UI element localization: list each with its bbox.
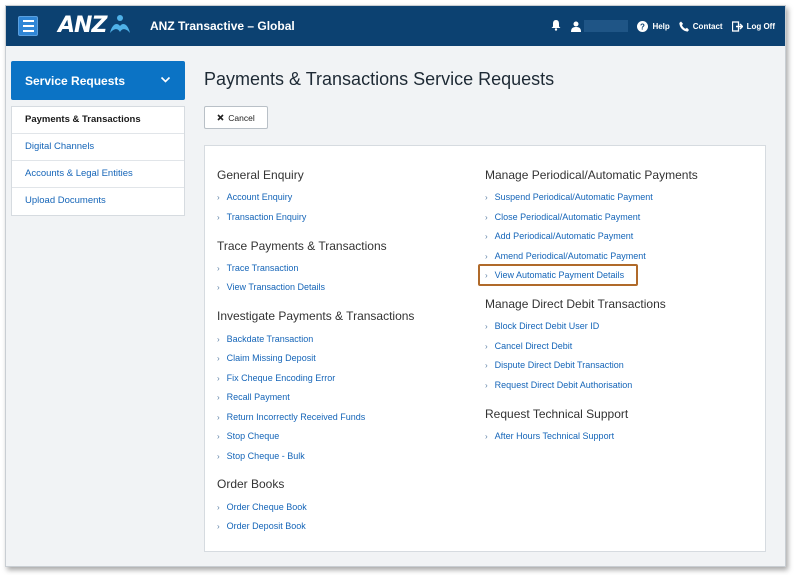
group-title-periodical: Manage Periodical/Automatic Payments: [485, 168, 698, 182]
link-block-direct-debit[interactable]: › Block Direct Debit User ID: [485, 321, 599, 331]
group-title-investigate: Investigate Payments & Transactions: [217, 309, 415, 323]
chevron-right-icon: ›: [485, 341, 488, 351]
link-fix-cheque-encoding[interactable]: › Fix Cheque Encoding Error: [217, 373, 335, 383]
user-menu[interactable]: [571, 20, 629, 32]
app-window: ANZ ANZ Transactive – Global ? Help Cont…: [5, 5, 786, 567]
link-account-enquiry[interactable]: › Account Enquiry: [217, 192, 292, 202]
group-title-trace: Trace Payments & Transactions: [217, 239, 387, 253]
group-title-general-enquiry: General Enquiry: [217, 168, 304, 182]
chevron-right-icon: ›: [485, 251, 488, 261]
chevron-right-icon: ›: [485, 270, 488, 280]
user-name-redacted: [584, 20, 629, 32]
chevron-right-icon: ›: [485, 360, 488, 370]
phone-icon: [679, 21, 689, 32]
chevron-right-icon: ›: [217, 263, 220, 273]
sidebar-menu: Payments & Transactions Digital Channels…: [11, 106, 185, 216]
chevron-right-icon: ›: [217, 353, 220, 363]
link-view-transaction-details[interactable]: › View Transaction Details: [217, 282, 325, 292]
link-recall-payment[interactable]: › Recall Payment: [217, 392, 290, 402]
help-label: Help: [652, 21, 670, 31]
link-dispute-direct-debit[interactable]: › Dispute Direct Debit Transaction: [485, 360, 624, 370]
chevron-right-icon: ›: [485, 380, 488, 390]
link-after-hours-support[interactable]: › After Hours Technical Support: [485, 431, 614, 441]
link-amend-periodical[interactable]: › Amend Periodical/Automatic Payment: [485, 251, 646, 261]
link-claim-missing-deposit[interactable]: › Claim Missing Deposit: [217, 353, 316, 363]
link-view-automatic-payment-details[interactable]: › View Automatic Payment Details: [485, 270, 624, 280]
service-request-panel: General Enquiry › Account Enquiry › Transa…: [204, 145, 766, 552]
chevron-right-icon: ›: [217, 212, 220, 222]
chevron-right-icon: ›: [485, 321, 488, 331]
chevron-right-icon: ›: [485, 192, 488, 202]
logoff-icon: [731, 20, 743, 32]
logoff-label: Log Off: [746, 21, 775, 31]
cancel-label: Cancel: [228, 112, 255, 123]
app-title: ANZ Transactive – Global: [150, 19, 295, 33]
hamburger-menu-icon[interactable]: [18, 16, 38, 36]
anz-logo[interactable]: ANZ: [58, 10, 132, 40]
notification-bell-icon[interactable]: [550, 19, 562, 33]
link-cancel-direct-debit[interactable]: › Cancel Direct Debit: [485, 341, 572, 351]
chevron-right-icon: ›: [485, 212, 488, 222]
link-stop-cheque[interactable]: › Stop Cheque: [217, 431, 279, 441]
link-suspend-periodical[interactable]: › Suspend Periodical/Automatic Payment: [485, 192, 653, 202]
chevron-right-icon: ›: [217, 451, 220, 461]
link-order-cheque-book[interactable]: › Order Cheque Book: [217, 502, 307, 512]
help-icon: ?: [637, 20, 649, 32]
link-close-periodical[interactable]: › Close Periodical/Automatic Payment: [485, 212, 640, 222]
contact-link[interactable]: Contact: [679, 21, 723, 32]
link-backdate-transaction[interactable]: › Backdate Transaction: [217, 334, 313, 344]
group-title-order-books: Order Books: [217, 477, 285, 491]
chevron-right-icon: ›: [217, 412, 220, 422]
chevron-right-icon: ›: [217, 502, 220, 512]
link-return-incorrect-funds[interactable]: › Return Incorrectly Received Funds: [217, 412, 365, 422]
chevron-right-icon: ›: [217, 392, 220, 402]
group-title-direct-debit: Manage Direct Debit Transactions: [485, 297, 666, 311]
group-title-technical-support: Request Technical Support: [485, 407, 629, 421]
brand-wordmark: ANZ: [58, 12, 107, 38]
chevron-down-icon: [160, 76, 171, 83]
chevron-right-icon: ›: [217, 521, 220, 531]
header-actions: ? Help Contact Log Off: [550, 6, 775, 46]
sidebar-item-accounts-legal-entities[interactable]: Accounts & Legal Entities: [12, 161, 184, 188]
page-title: Payments & Transactions Service Requests: [204, 69, 555, 89]
link-trace-transaction[interactable]: › Trace Transaction: [217, 263, 298, 273]
user-icon: [571, 21, 582, 32]
contact-label: Contact: [692, 21, 723, 31]
top-header: ANZ ANZ Transactive – Global ? Help Cont…: [6, 6, 785, 46]
service-requests-dropdown[interactable]: Service Requests: [11, 61, 185, 100]
close-icon: [217, 114, 224, 121]
logoff-link[interactable]: Log Off: [731, 20, 775, 32]
svg-text:?: ?: [640, 22, 645, 31]
link-request-direct-debit-auth[interactable]: › Request Direct Debit Authorisation: [485, 380, 632, 390]
sidebar-item-payments-transactions[interactable]: Payments & Transactions: [12, 107, 184, 134]
anz-people-icon: [110, 15, 131, 33]
chevron-right-icon: ›: [217, 282, 220, 292]
sidebar-title: Service Requests: [25, 74, 126, 88]
cancel-button[interactable]: Cancel: [204, 106, 268, 129]
chevron-right-icon: ›: [217, 192, 220, 202]
link-stop-cheque-bulk[interactable]: › Stop Cheque - Bulk: [217, 451, 305, 461]
chevron-right-icon: ›: [217, 431, 220, 441]
help-link[interactable]: ? Help: [637, 20, 670, 32]
sidebar-item-upload-documents[interactable]: Upload Documents: [12, 188, 184, 215]
link-add-periodical[interactable]: › Add Periodical/Automatic Payment: [485, 231, 633, 241]
chevron-right-icon: ›: [217, 334, 220, 344]
link-order-deposit-book[interactable]: › Order Deposit Book: [217, 521, 306, 531]
chevron-right-icon: ›: [217, 373, 220, 383]
link-transaction-enquiry[interactable]: › Transaction Enquiry: [217, 212, 306, 222]
chevron-right-icon: ›: [485, 231, 488, 241]
sidebar-item-digital-channels[interactable]: Digital Channels: [12, 134, 184, 161]
chevron-right-icon: ›: [485, 431, 488, 441]
